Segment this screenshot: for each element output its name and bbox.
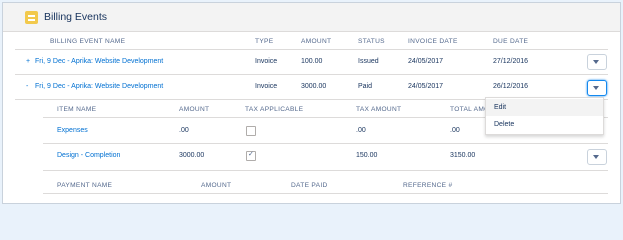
menu-item-label: Delete: [494, 121, 515, 128]
item-total: .00: [450, 127, 460, 134]
event-amount: 100.00: [301, 58, 323, 65]
column-header-status[interactable]: STATUS: [358, 38, 385, 45]
event-due-date: 27/12/2016: [493, 58, 529, 65]
item-total: 3150.00: [450, 152, 476, 159]
item-actions-dropdown-button[interactable]: [587, 149, 607, 165]
item-amount: .00: [179, 127, 189, 134]
column-header-amount[interactable]: AMOUNT: [301, 38, 331, 45]
billing-event-link[interactable]: Fri, 9 Dec - Aprika: Website Development: [35, 58, 163, 65]
item-name-link[interactable]: Design - Completion: [57, 152, 120, 159]
checkmark-icon: ✓: [248, 151, 254, 158]
column-header-due-date[interactable]: DUE DATE: [493, 38, 528, 45]
tax-applicable-checkbox: [246, 126, 256, 136]
item-amount: 3000.00: [179, 152, 205, 159]
event-type: Invoice: [255, 58, 278, 65]
event-invoice-date: 24/05/2017: [408, 83, 444, 90]
billing-events-card: Billing Events BILLING EVENT NAME TYPE A…: [2, 2, 621, 204]
column-header-total-amount[interactable]: TOTAL AMO: [450, 106, 490, 113]
tax-applicable-checkbox: ✓: [246, 151, 256, 161]
divider: [43, 170, 608, 171]
divider: [43, 193, 608, 194]
billing-event-link[interactable]: Fri, 9 Dec - Aprika: Website Development: [35, 83, 163, 90]
item-name-link[interactable]: Expenses: [57, 127, 88, 134]
item-tax-amount: 150.00: [356, 152, 378, 159]
column-header-payment-amount[interactable]: AMOUNT: [201, 182, 231, 189]
row-actions-dropdown-button[interactable]: [587, 80, 607, 96]
event-status: Paid: [358, 83, 373, 90]
menu-item-delete[interactable]: Delete: [486, 116, 603, 133]
divider: [15, 74, 608, 75]
event-type: Invoice: [255, 83, 278, 90]
item-tax-amount: .00: [356, 127, 366, 134]
divider: [43, 143, 608, 144]
menu-item-edit[interactable]: Edit: [486, 99, 603, 116]
menu-item-label: Edit: [494, 104, 507, 111]
event-invoice-date: 24/05/2017: [408, 58, 444, 65]
column-header-billing-event-name[interactable]: BILLING EVENT NAME: [50, 38, 125, 45]
column-header-tax-amount[interactable]: TAX AMOUNT: [356, 106, 401, 113]
billing-events-icon: [25, 11, 38, 24]
expand-row-toggle[interactable]: +: [26, 58, 30, 65]
column-header-date-paid[interactable]: DATE PAID: [291, 182, 328, 189]
column-header-item-amount[interactable]: AMOUNT: [179, 106, 209, 113]
event-amount: 3000.00: [301, 83, 327, 90]
row-actions-menu: Edit Delete: [485, 97, 604, 135]
column-header-type[interactable]: TYPE: [255, 38, 273, 45]
event-due-date: 26/12/2016: [493, 83, 529, 90]
divider: [15, 49, 608, 50]
column-header-tax-applicable[interactable]: TAX APPLICABLE: [245, 106, 303, 113]
event-status: Issued: [358, 58, 379, 65]
row-actions-dropdown-button[interactable]: [587, 54, 607, 70]
column-header-item-name[interactable]: ITEM NAME: [57, 106, 96, 113]
column-header-reference[interactable]: REFERENCE #: [403, 182, 452, 189]
card-title: Billing Events: [44, 11, 108, 23]
card-header: Billing Events: [3, 3, 620, 32]
column-header-payment-name[interactable]: PAYMENT NAME: [57, 182, 112, 189]
column-header-invoice-date[interactable]: INVOICE DATE: [408, 38, 458, 45]
collapse-row-toggle[interactable]: -: [26, 83, 28, 90]
